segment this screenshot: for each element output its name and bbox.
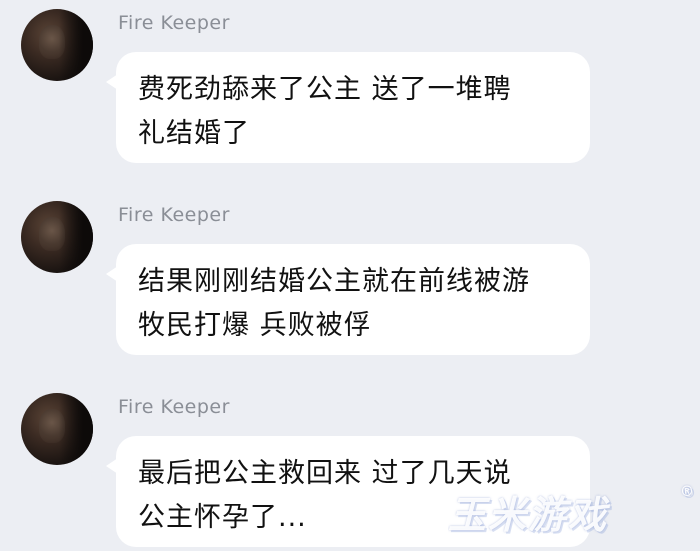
registered-mark: ® [680, 484, 696, 500]
avatar-hood [59, 201, 93, 273]
avatar[interactable] [21, 393, 93, 465]
sender-name: Fire Keeper [118, 204, 230, 226]
watermark-text: 玉米游戏 [448, 493, 609, 537]
sender-name: Fire Keeper [118, 12, 230, 34]
site-watermark: 玉米游戏 ® [448, 484, 700, 544]
message-line: 牧民打爆 兵败被俘 [138, 310, 372, 341]
message-line: 费死劲舔来了公主 送了一堆聘 [138, 74, 512, 105]
message-line: 结果刚刚结婚公主就在前线被游 [138, 266, 530, 297]
sender-name: Fire Keeper [118, 396, 230, 418]
message-line: 礼结婚了 [138, 118, 250, 149]
avatar-hood [59, 9, 93, 81]
avatar[interactable] [21, 201, 93, 273]
message-bubble[interactable]: 结果刚刚结婚公主就在前线被游 牧民打爆 兵败被俘 [106, 244, 590, 355]
avatar[interactable] [21, 9, 93, 81]
avatar-hood [59, 393, 93, 465]
message-bubble[interactable]: 费死劲舔来了公主 送了一堆聘 礼结婚了 [106, 52, 590, 163]
